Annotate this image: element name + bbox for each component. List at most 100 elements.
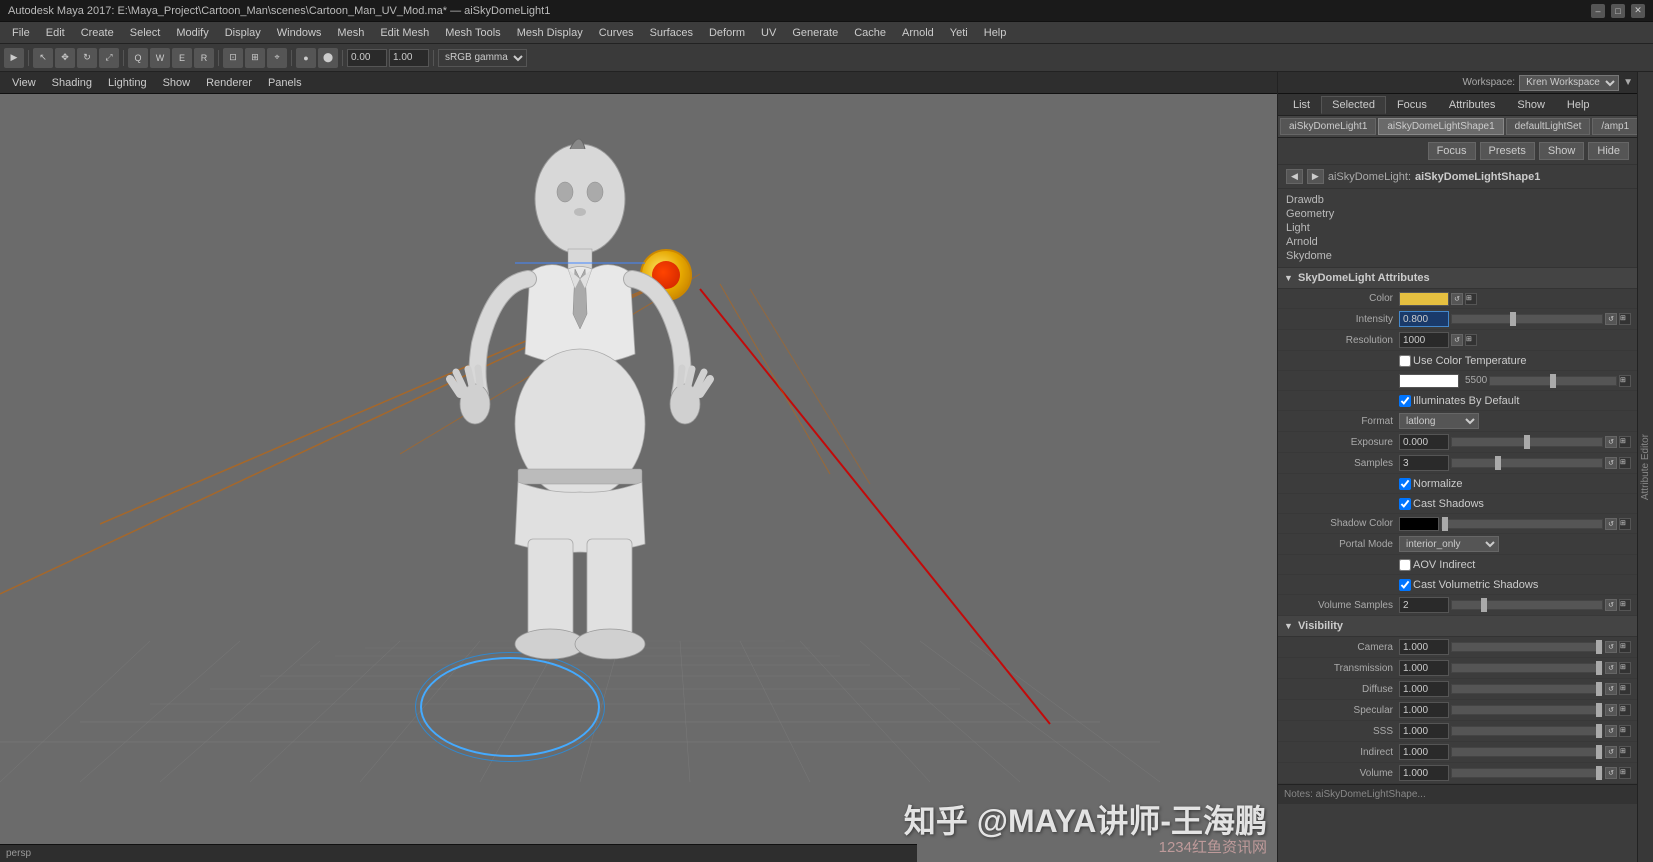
- vp-menu-lighting[interactable]: Lighting: [100, 75, 155, 91]
- maximize-button[interactable]: □: [1611, 4, 1625, 18]
- viewport[interactable]: View Shading Lighting Show Renderer Pane…: [0, 72, 1277, 862]
- vis-volume-field[interactable]: [1399, 765, 1449, 781]
- temp-link-btn[interactable]: ⊞: [1619, 375, 1631, 387]
- zoom-field-1[interactable]: [347, 49, 387, 67]
- zoom-field-2[interactable]: [389, 49, 429, 67]
- vis-transmission-field[interactable]: [1399, 660, 1449, 676]
- vp-menu-renderer[interactable]: Renderer: [198, 75, 260, 91]
- section-skydome[interactable]: ▼ SkyDomeLight Attributes: [1278, 268, 1637, 289]
- toolbar-icon-1[interactable]: ▶: [4, 48, 24, 68]
- exposure-field[interactable]: [1399, 434, 1449, 450]
- vis-specular-reset[interactable]: ↺: [1605, 704, 1617, 716]
- vis-transmission-reset[interactable]: ↺: [1605, 662, 1617, 674]
- menu-item-windows[interactable]: Windows: [269, 25, 330, 41]
- vis-specular-slider[interactable]: [1451, 705, 1603, 715]
- focus-button[interactable]: Focus: [1428, 142, 1476, 160]
- toolbar-render-1[interactable]: ●: [296, 48, 316, 68]
- samples-field[interactable]: [1399, 455, 1449, 471]
- aovindirect-checkbox[interactable]: [1399, 559, 1411, 571]
- colortemp-checkbox[interactable]: [1399, 355, 1411, 367]
- toolbar-icon-q[interactable]: Q: [128, 48, 148, 68]
- toolbar-render-2[interactable]: ⬤: [318, 48, 338, 68]
- shadowcolor-link-btn[interactable]: ⊞: [1619, 518, 1631, 530]
- section-visibility[interactable]: ▼ Visibility: [1278, 616, 1637, 637]
- menu-item-create[interactable]: Create: [73, 25, 122, 41]
- vis-diffuse-slider[interactable]: [1451, 684, 1603, 694]
- menu-item-curves[interactable]: Curves: [591, 25, 642, 41]
- vis-sss-link[interactable]: ⊞: [1619, 725, 1631, 737]
- menu-item-generate[interactable]: Generate: [784, 25, 846, 41]
- color-link-btn[interactable]: ⊞: [1465, 293, 1477, 305]
- menu-item-edit[interactable]: Edit: [38, 25, 73, 41]
- toolbar-icon-3[interactable]: ✥: [55, 48, 75, 68]
- vis-transmission-slider[interactable]: [1451, 663, 1603, 673]
- node-tab-3[interactable]: defaultLightSet: [1506, 118, 1591, 135]
- samples-reset-btn[interactable]: ↺: [1605, 457, 1617, 469]
- minimize-button[interactable]: –: [1591, 4, 1605, 18]
- color-swatch[interactable]: [1399, 292, 1449, 306]
- exposure-reset-btn[interactable]: ↺: [1605, 436, 1617, 448]
- menu-item-cache[interactable]: Cache: [846, 25, 894, 41]
- vis-diffuse-field[interactable]: [1399, 681, 1449, 697]
- toolbar-icon-r[interactable]: R: [194, 48, 214, 68]
- volumesamples-reset-btn[interactable]: ↺: [1605, 599, 1617, 611]
- vis-indirect-slider[interactable]: [1451, 747, 1603, 757]
- temperature-slider[interactable]: [1489, 376, 1617, 386]
- node-tab-1[interactable]: aiSkyDomeLight1: [1280, 118, 1376, 135]
- resolution-link-btn[interactable]: ⊞: [1465, 334, 1477, 346]
- menu-item-mesh[interactable]: Mesh: [329, 25, 372, 41]
- cat-light[interactable]: Light: [1286, 221, 1629, 235]
- toolbar-snap-1[interactable]: ⊡: [223, 48, 243, 68]
- vis-diffuse-reset[interactable]: ↺: [1605, 683, 1617, 695]
- vp-menu-shading[interactable]: Shading: [44, 75, 100, 91]
- format-dropdown[interactable]: latlong mirrored_ball angular: [1399, 413, 1479, 429]
- vis-indirect-field[interactable]: [1399, 744, 1449, 760]
- presets-button[interactable]: Presets: [1480, 142, 1535, 160]
- close-button[interactable]: ✕: [1631, 4, 1645, 18]
- exposure-link-btn[interactable]: ⊞: [1619, 436, 1631, 448]
- menu-item-select[interactable]: Select: [122, 25, 169, 41]
- vis-specular-field[interactable]: [1399, 702, 1449, 718]
- vis-camera-link[interactable]: ⊞: [1619, 641, 1631, 653]
- menu-item-uv[interactable]: UV: [753, 25, 784, 41]
- menu-item-help[interactable]: Help: [976, 25, 1015, 41]
- vis-diffuse-link[interactable]: ⊞: [1619, 683, 1631, 695]
- vis-transmission-link[interactable]: ⊞: [1619, 662, 1631, 674]
- shadowcolor-reset-btn[interactable]: ↺: [1605, 518, 1617, 530]
- intensity-slider[interactable]: [1451, 314, 1603, 324]
- castvolumetric-checkbox[interactable]: [1399, 579, 1411, 591]
- hide-button[interactable]: Hide: [1588, 142, 1629, 160]
- toolbar-icon-w[interactable]: W: [150, 48, 170, 68]
- menu-item-surfaces[interactable]: Surfaces: [642, 25, 701, 41]
- cat-drawdb[interactable]: Drawdb: [1286, 193, 1629, 207]
- cat-skydome[interactable]: Skydome: [1286, 249, 1629, 263]
- collapse-left-btn[interactable]: ◀: [1286, 169, 1303, 184]
- toolbar-icon-4[interactable]: ↻: [77, 48, 97, 68]
- samples-slider[interactable]: [1451, 458, 1603, 468]
- vis-volume-slider[interactable]: [1451, 768, 1603, 778]
- intensity-reset-btn[interactable]: ↺: [1605, 313, 1617, 325]
- portalmode-dropdown[interactable]: interior_only exterior_only off: [1399, 536, 1499, 552]
- toolbar-icon-5[interactable]: ⤢: [99, 48, 119, 68]
- volumesamples-link-btn[interactable]: ⊞: [1619, 599, 1631, 611]
- toolbar-icon-e[interactable]: E: [172, 48, 192, 68]
- vp-menu-show[interactable]: Show: [155, 75, 199, 91]
- tab-list[interactable]: List: [1282, 96, 1321, 114]
- vis-sss-reset[interactable]: ↺: [1605, 725, 1617, 737]
- vis-specular-link[interactable]: ⊞: [1619, 704, 1631, 716]
- samples-link-btn[interactable]: ⊞: [1619, 457, 1631, 469]
- cat-geometry[interactable]: Geometry: [1286, 207, 1629, 221]
- temperature-bar[interactable]: [1399, 374, 1459, 388]
- vis-indirect-link[interactable]: ⊞: [1619, 746, 1631, 758]
- color-reset-btn[interactable]: ↺: [1451, 293, 1463, 305]
- toolbar-snap-3[interactable]: ⌖: [267, 48, 287, 68]
- vp-menu-panels[interactable]: Panels: [260, 75, 310, 91]
- menu-item-mesh-tools[interactable]: Mesh Tools: [437, 25, 508, 41]
- volumesamples-slider[interactable]: [1451, 600, 1603, 610]
- menu-item-mesh-display[interactable]: Mesh Display: [509, 25, 591, 41]
- toolbar-icon-2[interactable]: ↖: [33, 48, 53, 68]
- intensity-link-btn[interactable]: ⊞: [1619, 313, 1631, 325]
- menu-item-arnold[interactable]: Arnold: [894, 25, 942, 41]
- tab-selected[interactable]: Selected: [1321, 96, 1386, 114]
- volumesamples-field[interactable]: [1399, 597, 1449, 613]
